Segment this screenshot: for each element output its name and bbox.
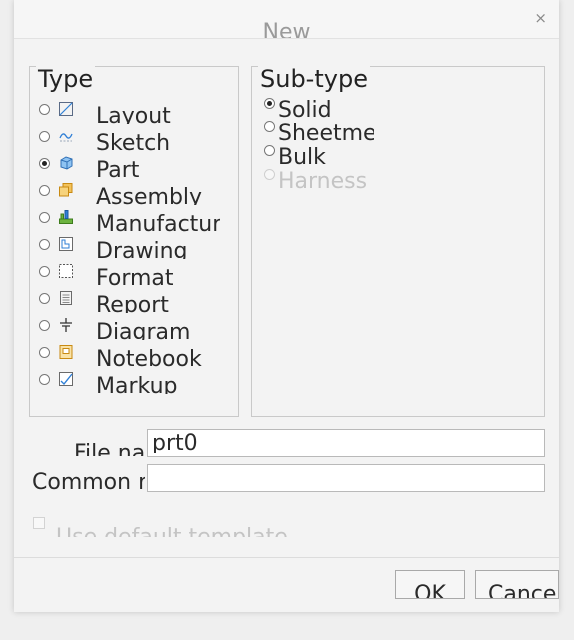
common-name-input[interactable] [147, 464, 545, 492]
cancel-button[interactable]: Cancel [475, 570, 559, 599]
file-name-input[interactable]: prt0 [147, 429, 545, 457]
type-option-notebook[interactable]: Notebook [39, 340, 220, 367]
type-radio-format[interactable] [39, 266, 50, 277]
type-option-format[interactable]: Format [39, 259, 220, 286]
notebook-icon [59, 345, 73, 359]
dialog-title: New [262, 20, 311, 39]
type-group: Type Layout Sketch Part Assembly Manufac… [29, 65, 239, 417]
title-bar: New × [14, 0, 559, 39]
type-option-sketch[interactable]: Sketch [39, 124, 220, 151]
subtype-option-solid[interactable]: Solid [264, 96, 374, 119]
part-icon [60, 156, 73, 170]
type-option-part[interactable]: Part [39, 151, 220, 178]
subtype-radio-sheetmetal[interactable] [264, 121, 275, 132]
type-label-sketch: Sketch [96, 131, 171, 151]
close-icon[interactable]: × [534, 9, 547, 27]
subtype-label-bulk: Bulk [278, 145, 326, 166]
layout-icon [59, 102, 73, 116]
subtype-option-sheetmetal[interactable]: Sheetmetal [264, 119, 374, 142]
subtype-radio-harness [264, 169, 275, 180]
type-label-format: Format [96, 266, 174, 286]
subtype-group: Sub-type Solid Sheetmetal Bulk Harness [251, 65, 545, 417]
ok-button[interactable]: OK [395, 570, 465, 599]
type-option-drawing[interactable]: Drawing [39, 232, 220, 259]
subtype-option-bulk[interactable]: Bulk [264, 143, 374, 166]
type-label-notebook: Notebook [96, 347, 202, 367]
type-label-manufacturing: Manufacturing [96, 212, 220, 232]
type-option-layout[interactable]: Layout [39, 97, 220, 124]
type-legend: Type [36, 65, 96, 93]
default-template-checkbox [33, 517, 45, 529]
type-radio-assembly[interactable] [39, 185, 50, 196]
type-radio-markup[interactable] [39, 374, 50, 385]
type-radio-manufacturing[interactable] [39, 212, 50, 223]
type-label-part: Part [96, 158, 140, 178]
type-option-markup[interactable]: Markup [39, 367, 220, 394]
type-radio-report[interactable] [39, 293, 50, 304]
subtype-radio-solid[interactable] [264, 98, 275, 109]
type-radio-layout[interactable] [39, 104, 50, 115]
subtype-label-harness: Harness [278, 169, 368, 190]
type-option-report[interactable]: Report [39, 286, 220, 313]
type-radio-diagram[interactable] [39, 320, 50, 331]
subtype-label-solid: Solid [278, 98, 332, 119]
sketch-icon [59, 133, 73, 142]
subtype-label-sheetmetal: Sheetmetal [278, 121, 374, 142]
type-label-assembly: Assembly [96, 185, 203, 205]
common-name-label: Common name [32, 470, 145, 492]
diagram-icon [60, 318, 72, 332]
report-icon [60, 291, 72, 305]
type-radio-part[interactable] [39, 158, 50, 169]
assembly-icon [59, 183, 73, 197]
subtype-legend: Sub-type [258, 65, 370, 93]
manufacturing-icon [59, 210, 73, 224]
file-name-label: File name [74, 441, 146, 456]
type-label-report: Report [96, 293, 169, 313]
type-radio-drawing[interactable] [39, 239, 50, 250]
default-template-label: Use default template [56, 521, 288, 537]
footer-separator [14, 557, 559, 558]
type-label-diagram: Diagram [96, 320, 191, 340]
file-name-value: prt0 [152, 431, 198, 453]
type-label-markup: Markup [96, 374, 178, 394]
type-option-manufacturing[interactable]: Manufacturing [39, 205, 220, 232]
type-option-assembly[interactable]: Assembly [39, 178, 220, 205]
new-dialog: New × Type Layout Sketch Part Assembly M… [14, 0, 559, 612]
type-radio-sketch[interactable] [39, 131, 50, 142]
type-label-drawing: Drawing [96, 239, 188, 259]
subtype-radio-bulk[interactable] [264, 145, 275, 156]
type-option-diagram[interactable]: Diagram [39, 313, 220, 340]
markup-icon [59, 372, 73, 386]
subtype-option-harness: Harness [264, 167, 374, 190]
type-label-layout: Layout [96, 104, 171, 124]
type-radio-notebook[interactable] [39, 347, 50, 358]
type-options-list: Layout Sketch Part Assembly Manufactur D… [30, 97, 220, 397]
format-icon [59, 264, 73, 278]
drawing-icon [59, 237, 73, 251]
